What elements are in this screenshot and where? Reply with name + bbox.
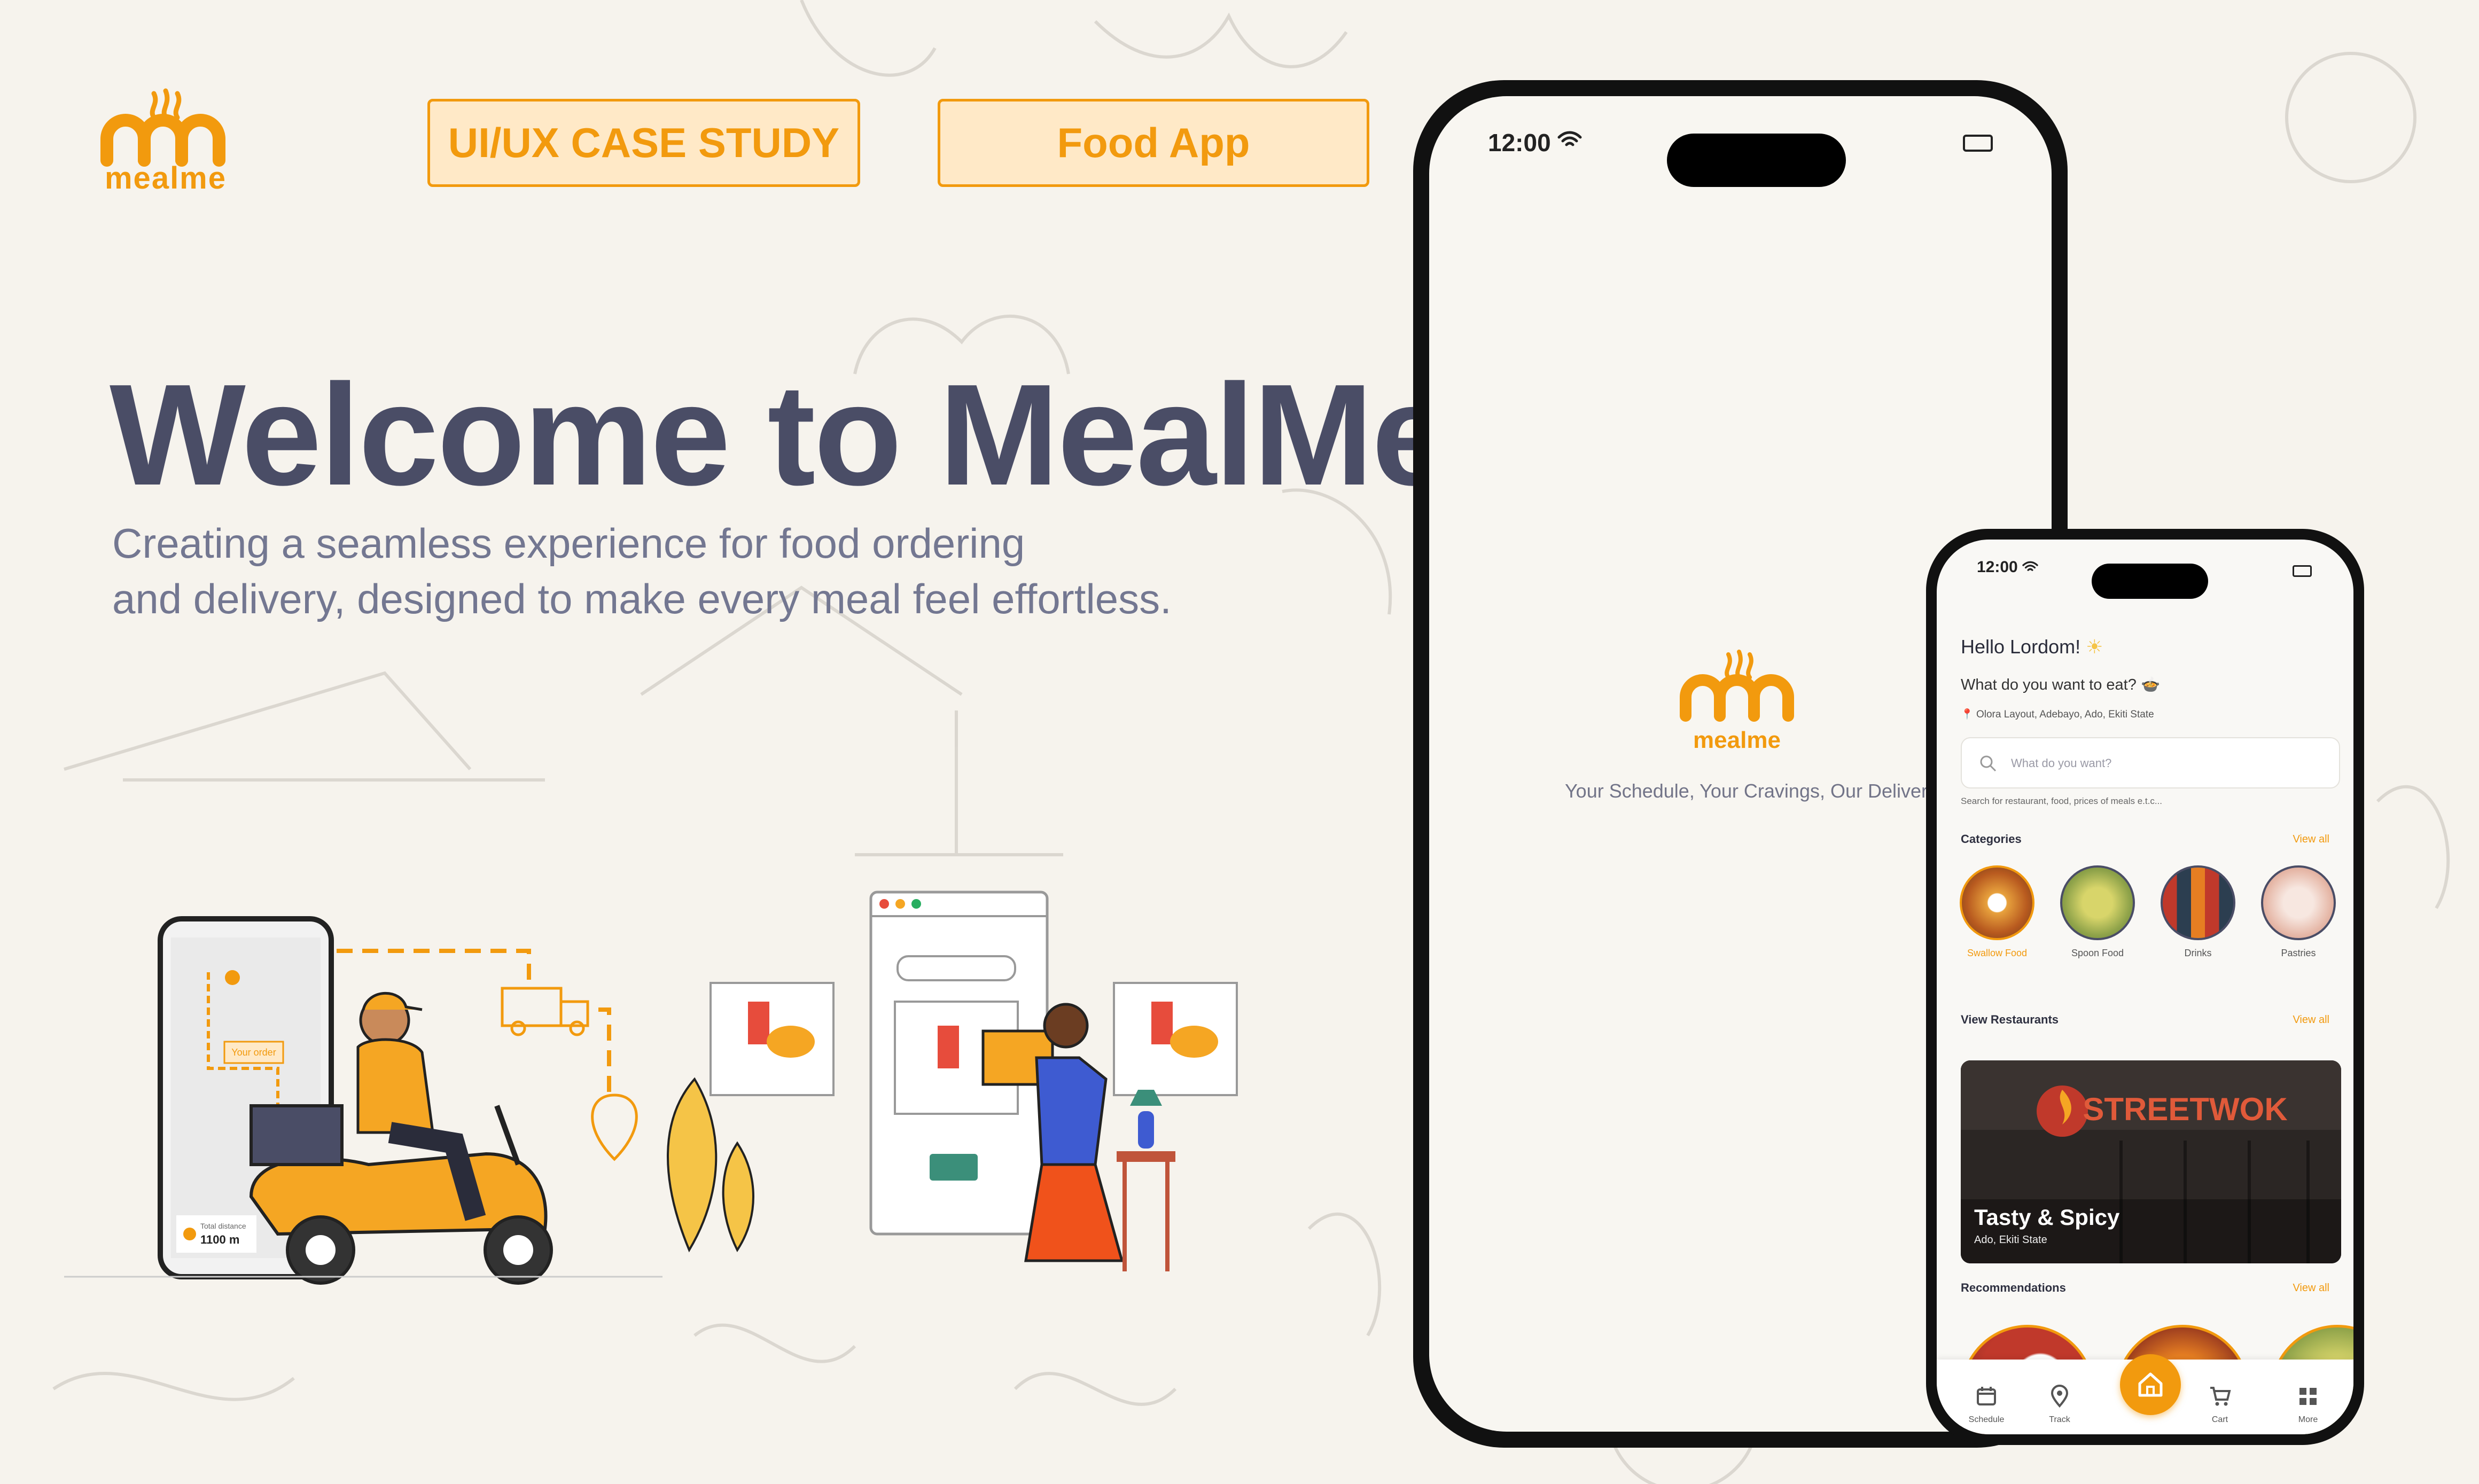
greeting: Hello Lordom! ☀ [1961,636,2103,658]
dynamic-island [1667,134,1846,187]
restaurant-location: Ado, Ekiti State [1974,1234,2047,1246]
nav-schedule[interactable]: Schedule [1957,1385,2016,1425]
sun-icon: ☀ [2086,636,2103,658]
search-input[interactable] [2010,738,2333,788]
categories-title: Categories [1961,832,2022,846]
category-image [2261,865,2336,940]
battery-icon [1963,135,1993,152]
location-pin-icon [2051,1385,2069,1408]
status-time: 12:00 [1488,129,1551,157]
calendar-icon [1977,1387,1996,1405]
search-hint: Search for restaurant, food, prices of m… [1961,796,2163,806]
recommendations-view-all-link[interactable]: View all [2293,1282,2329,1294]
greeting-text: Hello Lordom! [1961,636,2081,658]
page-title: Welcome to MealMe [110,355,1452,516]
category-label: Spoon Food [2071,948,2124,958]
nav-label: Cart [2211,1415,2228,1424]
splash-wordmark: mealme [1693,727,1781,753]
category-label: Swallow Food [1967,948,2028,958]
restaurants-view-all-link[interactable]: View all [2293,1014,2329,1026]
distance-value: 1100 m [200,1233,239,1246]
question-prompt: What do you want to eat? 🍲 [1961,676,2160,694]
nav-label: More [2298,1415,2318,1424]
food-app-tag: Food App [938,99,1369,187]
nav-cart[interactable]: Cart [2190,1385,2249,1425]
restaurant-card[interactable]: STREETWOK Tasty & Spicy Ado, Ekiti State [1961,1060,2341,1263]
nav-more[interactable]: More [2279,1385,2337,1425]
restaurants-title: View Restaurants [1961,1013,2059,1026]
case-study-tag: UI/UX CASE STUDY [427,99,860,187]
category-label: Pastries [2281,948,2316,958]
category-image [2161,865,2235,940]
status-time: 12:00 [1977,558,2018,576]
page-subtitle: Creating a seamless experience for food … [112,516,1288,627]
nav-label: Schedule [1968,1415,2005,1424]
category-swallow-food[interactable]: Swallow Food [1957,865,2037,959]
category-pastries[interactable]: Pastries [2258,865,2338,959]
cart-icon [2210,1387,2231,1406]
category-image [1960,865,2034,940]
subtitle-line-1: Creating a seamless experience for food … [112,520,1025,567]
location-text: Olora Layout, Adebayo, Ado, Ekiti State [1976,709,2154,720]
categories-view-all-link[interactable]: View all [2293,833,2329,846]
map-marker-label: Your order [231,1047,276,1058]
nav-home-button[interactable] [2120,1354,2181,1415]
category-spoon-food[interactable]: Spoon Food [2057,865,2138,959]
category-drinks[interactable]: Drinks [2158,865,2238,959]
restaurant-photo: STREETWOK [1961,1060,2341,1263]
distance-label: Total distance [200,1222,246,1230]
battery-icon [2293,565,2312,577]
nav-track[interactable]: Track [2030,1385,2089,1425]
grid-icon [2299,1388,2317,1405]
subtitle-line-2: and delivery, designed to make every mea… [112,575,1172,622]
restaurant-name: Tasty & Spicy [1974,1205,2120,1230]
logo-wordmark: mealme [104,161,227,196]
question-text: What do you want to eat? [1961,676,2137,693]
restaurant-sign: STREETWOK [2083,1091,2287,1127]
wifi-icon [1557,131,1582,146]
home-icon [2138,1372,2163,1397]
splash-logo: mealme [1680,650,1794,753]
delivery-illustration: Your order Total distance 1100 m [64,891,1238,1285]
wifi-icon [2022,561,2038,571]
location-pin-icon: 📍 [1961,709,1974,720]
dynamic-island [2092,564,2208,599]
food-bowl-icon: 🍲 [2140,676,2161,693]
home-phone: 12:00 Hello Lordom! ☀ What do you want t… [1926,529,2364,1445]
search-bar[interactable] [1961,737,2340,788]
category-label: Drinks [2184,948,2212,958]
nav-label: Track [2049,1415,2070,1424]
recommendations-title: Recommendations [1961,1281,2066,1294]
location-row[interactable]: 📍 Olora Layout, Adebayo, Ado, Ekiti Stat… [1961,708,2154,721]
search-icon [1980,755,1997,772]
category-image [2060,865,2135,940]
home-screen: 12:00 Hello Lordom! ☀ What do you want t… [1937,540,2353,1434]
